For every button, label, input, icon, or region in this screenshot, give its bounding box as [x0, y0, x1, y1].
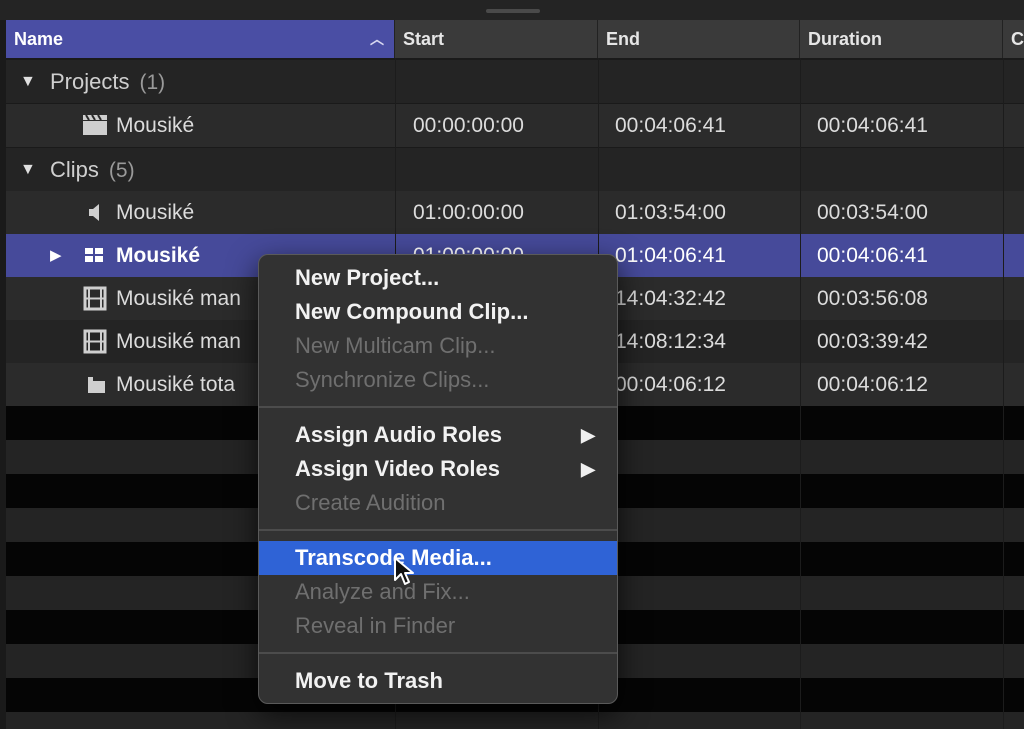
group-row-clips[interactable]: ▼ Clips (5) — [6, 148, 1024, 191]
menu-item-analyze-and-fix: Analyze and Fix... — [295, 579, 470, 604]
clip-name: Mousiké tota — [116, 373, 236, 396]
clip-start: 00:00:00:00 — [413, 114, 524, 137]
column-header: Name ︿ Start End Duration C — [6, 20, 1024, 58]
column-header-end[interactable]: End — [598, 20, 800, 58]
group-label: Projects — [50, 69, 130, 94]
table-row[interactable]: Mousiké 00:00:00:00 00:04:06:41 00:04:06… — [6, 104, 1024, 147]
disclosure-expanded-icon[interactable]: ▼ — [20, 60, 36, 103]
resize-handle[interactable] — [486, 9, 540, 13]
group-count: (1) — [139, 71, 166, 94]
clip-start: 01:00:00:00 — [413, 201, 524, 224]
column-name-label: Name — [14, 29, 64, 49]
clip-name: Mousiké man — [116, 287, 241, 310]
group-row-projects[interactable]: ▼ Projects (1) — [6, 60, 1024, 103]
menu-item-move-to-trash[interactable]: Move to Trash — [259, 664, 617, 698]
menu-item-reveal-in-finder: Reveal in Finder — [295, 613, 456, 638]
menu-item-assign-audio-roles[interactable]: Assign Audio Roles ▶ — [259, 418, 617, 452]
film-icon — [80, 320, 110, 363]
menu-item-synchronize-clips: Synchronize Clips... — [295, 367, 490, 392]
clip-end: 14:08:12:34 — [615, 330, 726, 353]
menu-item-label: Assign Audio Roles — [295, 422, 502, 447]
disclosure-expanded-icon[interactable]: ▼ — [20, 148, 36, 191]
menu-item-transcode-media[interactable]: Transcode Media... — [259, 541, 617, 575]
top-bar — [0, 0, 1024, 20]
empty-row — [6, 712, 1024, 729]
group-count: (5) — [108, 159, 135, 182]
menu-item-create-audition: Create Audition — [295, 490, 446, 515]
column-divider — [1003, 58, 1004, 729]
clip-end: 01:04:06:41 — [615, 244, 726, 267]
context-menu: New Project... New Compound Clip... New … — [258, 254, 618, 704]
clip-name: Mousiké — [116, 244, 201, 267]
clip-end: 00:04:06:41 — [615, 114, 726, 137]
menu-item-new-multicam-clip: New Multicam Clip... — [295, 333, 496, 358]
clip-end: 00:04:06:12 — [615, 373, 726, 396]
menu-item-label: Assign Video Roles — [295, 456, 500, 481]
clip-duration: 00:04:06:41 — [817, 244, 928, 267]
clip-name: Mousiké — [116, 201, 195, 224]
clip-duration: 00:04:06:12 — [817, 373, 928, 396]
audio-icon — [84, 191, 114, 234]
column-header-extra[interactable]: C — [1003, 20, 1024, 58]
menu-separator — [259, 652, 617, 654]
menu-separator — [259, 529, 617, 531]
menu-item-new-project[interactable]: New Project... — [259, 261, 617, 295]
group-label: Clips — [50, 157, 99, 182]
column-header-duration[interactable]: Duration — [800, 20, 1003, 58]
clip-end: 14:04:32:42 — [615, 287, 726, 310]
submenu-arrow-icon: ▶ — [581, 459, 595, 479]
clip-duration: 00:03:56:08 — [817, 287, 928, 310]
menu-separator — [259, 406, 617, 408]
mouse-cursor-icon — [394, 557, 414, 585]
clapperboard-icon — [80, 104, 110, 147]
column-header-start[interactable]: Start — [395, 20, 598, 58]
browser-window: Name ︿ Start End Duration C ▼ Projects (1… — [0, 0, 1024, 729]
menu-item-new-compound-clip[interactable]: New Compound Clip... — [259, 295, 617, 329]
clip-icon — [82, 363, 112, 406]
clip-duration: 00:04:06:41 — [817, 114, 928, 137]
clip-duration: 00:03:39:42 — [817, 330, 928, 353]
column-header-name[interactable]: Name ︿ — [6, 20, 395, 58]
sort-ascending-icon: ︿ — [370, 31, 384, 47]
column-divider — [800, 58, 801, 729]
clip-name: Mousiké man — [116, 330, 241, 353]
table-row[interactable]: Mousiké 01:00:00:00 01:03:54:00 00:03:54… — [6, 191, 1024, 234]
clip-name: Mousiké — [116, 114, 195, 137]
film-icon — [80, 277, 110, 320]
clip-end: 01:03:54:00 — [615, 201, 726, 224]
disclosure-collapsed-icon[interactable]: ▶ — [50, 234, 62, 277]
multicam-icon — [80, 234, 110, 277]
menu-item-assign-video-roles[interactable]: Assign Video Roles ▶ — [259, 452, 617, 486]
submenu-arrow-icon: ▶ — [581, 425, 595, 445]
clip-duration: 00:03:54:00 — [817, 201, 928, 224]
